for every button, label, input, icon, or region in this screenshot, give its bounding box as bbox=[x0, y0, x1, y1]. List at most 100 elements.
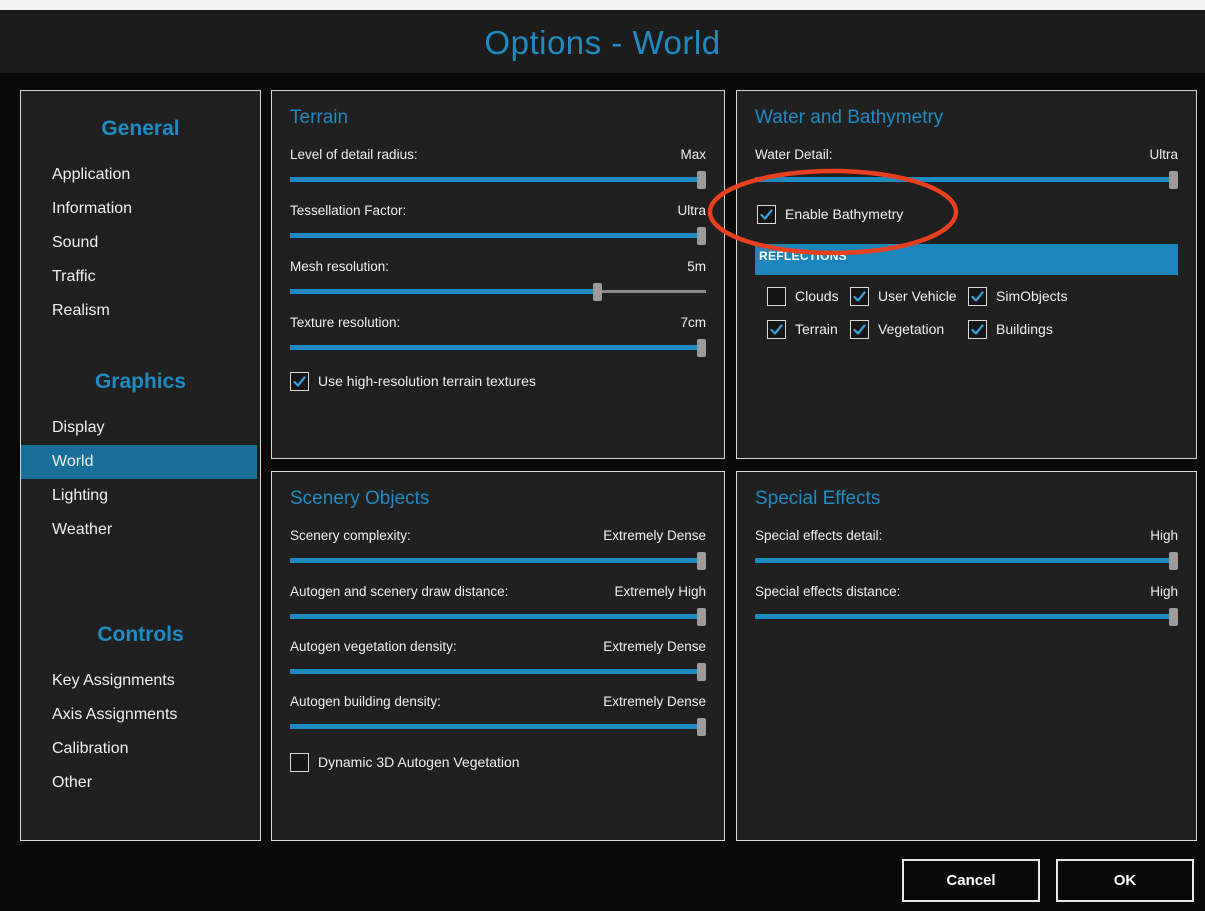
slider-thumb[interactable] bbox=[1169, 552, 1178, 570]
slider-thumb[interactable] bbox=[697, 552, 706, 570]
checkbox-box[interactable] bbox=[767, 287, 786, 306]
water-title: Water and Bathymetry bbox=[755, 107, 944, 128]
building-density-setting: Autogen building density: Extremely Dens… bbox=[290, 694, 706, 736]
draw-distance-slider[interactable] bbox=[290, 608, 706, 626]
checkbox-label: Buildings bbox=[996, 321, 1053, 337]
setting-label: Level of detail radius: bbox=[290, 147, 418, 162]
slider-thumb[interactable] bbox=[697, 663, 706, 681]
checkbox-box[interactable] bbox=[757, 205, 776, 224]
slider-thumb[interactable] bbox=[1169, 171, 1178, 189]
section-heading-general: General bbox=[101, 117, 180, 140]
slider-thumb[interactable] bbox=[697, 339, 706, 357]
checkbox-box[interactable] bbox=[968, 287, 987, 306]
scenery-title: Scenery Objects bbox=[290, 488, 430, 509]
checkbox-box[interactable] bbox=[850, 320, 869, 339]
checkbox-box[interactable] bbox=[968, 320, 987, 339]
nav-item-information[interactable]: Information bbox=[21, 192, 257, 226]
nav-item-traffic[interactable]: Traffic bbox=[21, 260, 257, 294]
special-effects-panel: Special Effects Special effects detail: … bbox=[736, 471, 1197, 841]
checkbox-label: Dynamic 3D Autogen Vegetation bbox=[318, 754, 520, 770]
checkbox-box[interactable] bbox=[290, 372, 309, 391]
effects-detail-slider[interactable] bbox=[755, 552, 1178, 570]
slider-thumb[interactable] bbox=[697, 718, 706, 736]
checkbox-label: User Vehicle bbox=[878, 288, 957, 304]
setting-label: Autogen and scenery draw distance: bbox=[290, 584, 509, 599]
water-detail-setting: Water Detail: Ultra bbox=[755, 147, 1178, 189]
effects-distance-slider[interactable] bbox=[755, 608, 1178, 626]
vegetation-density-setting: Autogen vegetation density: Extremely De… bbox=[290, 639, 706, 681]
water-panel: Water and Bathymetry Water Detail: Ultra… bbox=[736, 90, 1197, 459]
nav-item-key-assignments[interactable]: Key Assignments bbox=[21, 664, 257, 698]
checkbox-label: Terrain bbox=[795, 321, 838, 337]
setting-value: Extremely Dense bbox=[603, 528, 706, 543]
checkbox-label: Clouds bbox=[795, 288, 839, 304]
cancel-button[interactable]: Cancel bbox=[902, 859, 1040, 902]
water-detail-slider[interactable] bbox=[755, 171, 1178, 189]
setting-label: Water Detail: bbox=[755, 147, 833, 162]
nav-item-application[interactable]: Application bbox=[21, 158, 257, 192]
checkmark-icon bbox=[853, 324, 866, 335]
nav-item-display[interactable]: Display bbox=[21, 411, 257, 445]
special-effects-title: Special Effects bbox=[755, 488, 881, 509]
setting-label: Special effects distance: bbox=[755, 584, 901, 599]
reflections-header: REFLECTIONS bbox=[755, 244, 1178, 275]
setting-label: Autogen building density: bbox=[290, 694, 441, 709]
setting-value: Ultra bbox=[677, 203, 706, 218]
ok-button[interactable]: OK bbox=[1056, 859, 1194, 902]
scenery-panel: Scenery Objects Scenery complexity: Extr… bbox=[271, 471, 725, 841]
nav-item-lighting[interactable]: Lighting bbox=[21, 479, 257, 513]
terrain-title: Terrain bbox=[290, 107, 349, 128]
window-title: Options - World bbox=[484, 24, 721, 61]
nav-item-realism[interactable]: Realism bbox=[21, 294, 257, 328]
terrain-panel: Terrain Level of detail radius: Max Tess… bbox=[271, 90, 725, 459]
section-heading-controls: Controls bbox=[97, 623, 184, 646]
nav-item-other[interactable]: Other bbox=[21, 766, 257, 800]
nav-item-axis-assignments[interactable]: Axis Assignments bbox=[21, 698, 257, 732]
slider-thumb[interactable] bbox=[697, 608, 706, 626]
nav-item-calibration[interactable]: Calibration bbox=[21, 732, 257, 766]
options-window: Options - World General Application Info… bbox=[0, 10, 1205, 911]
effects-detail-setting: Special effects detail: High bbox=[755, 528, 1178, 570]
nav-item-sound[interactable]: Sound bbox=[21, 226, 257, 260]
nav-item-world[interactable]: World bbox=[21, 445, 257, 479]
draw-distance-setting: Autogen and scenery draw distance: Extre… bbox=[290, 584, 706, 626]
tessellation-slider[interactable] bbox=[290, 227, 706, 245]
setting-label: Scenery complexity: bbox=[290, 528, 411, 543]
texture-resolution-slider[interactable] bbox=[290, 339, 706, 357]
setting-label: Mesh resolution: bbox=[290, 259, 390, 274]
checkbox-label: SimObjects bbox=[996, 288, 1068, 304]
checkbox-label: Use high-resolution terrain textures bbox=[318, 373, 536, 389]
sidebar: General Application Information Sound Tr… bbox=[20, 90, 261, 841]
checkmark-icon bbox=[971, 291, 984, 302]
setting-value: 5m bbox=[687, 259, 706, 274]
mesh-resolution-slider[interactable] bbox=[290, 283, 706, 301]
setting-value: Extremely Dense bbox=[603, 639, 706, 654]
vegetation-density-slider[interactable] bbox=[290, 663, 706, 681]
tessellation-setting: Tessellation Factor: Ultra bbox=[290, 203, 706, 245]
checkbox-box[interactable] bbox=[767, 320, 786, 339]
slider-thumb[interactable] bbox=[593, 283, 602, 301]
scenery-complexity-slider[interactable] bbox=[290, 552, 706, 570]
checkbox-box[interactable] bbox=[850, 287, 869, 306]
setting-value: High bbox=[1150, 584, 1178, 599]
lod-radius-slider[interactable] bbox=[290, 171, 706, 189]
checkbox-box[interactable] bbox=[290, 753, 309, 772]
mesh-resolution-setting: Mesh resolution: 5m bbox=[290, 259, 706, 301]
slider-thumb[interactable] bbox=[1169, 608, 1178, 626]
nav-item-weather[interactable]: Weather bbox=[21, 513, 257, 547]
checkmark-icon bbox=[760, 209, 773, 220]
setting-value: Max bbox=[680, 147, 706, 162]
checkbox-label: Enable Bathymetry bbox=[785, 206, 904, 222]
checkmark-icon bbox=[770, 324, 783, 335]
slider-thumb[interactable] bbox=[697, 171, 706, 189]
building-density-slider[interactable] bbox=[290, 718, 706, 736]
texture-resolution-setting: Texture resolution: 7cm bbox=[290, 315, 706, 357]
slider-thumb[interactable] bbox=[697, 227, 706, 245]
setting-label: Special effects detail: bbox=[755, 528, 883, 543]
lod-radius-setting: Level of detail radius: Max bbox=[290, 147, 706, 189]
title-bar: Options - World bbox=[0, 10, 1205, 73]
setting-label: Texture resolution: bbox=[290, 315, 401, 330]
scenery-complexity-setting: Scenery complexity: Extremely Dense bbox=[290, 528, 706, 570]
section-heading-graphics: Graphics bbox=[94, 370, 187, 393]
checkbox-label: Vegetation bbox=[878, 321, 945, 337]
